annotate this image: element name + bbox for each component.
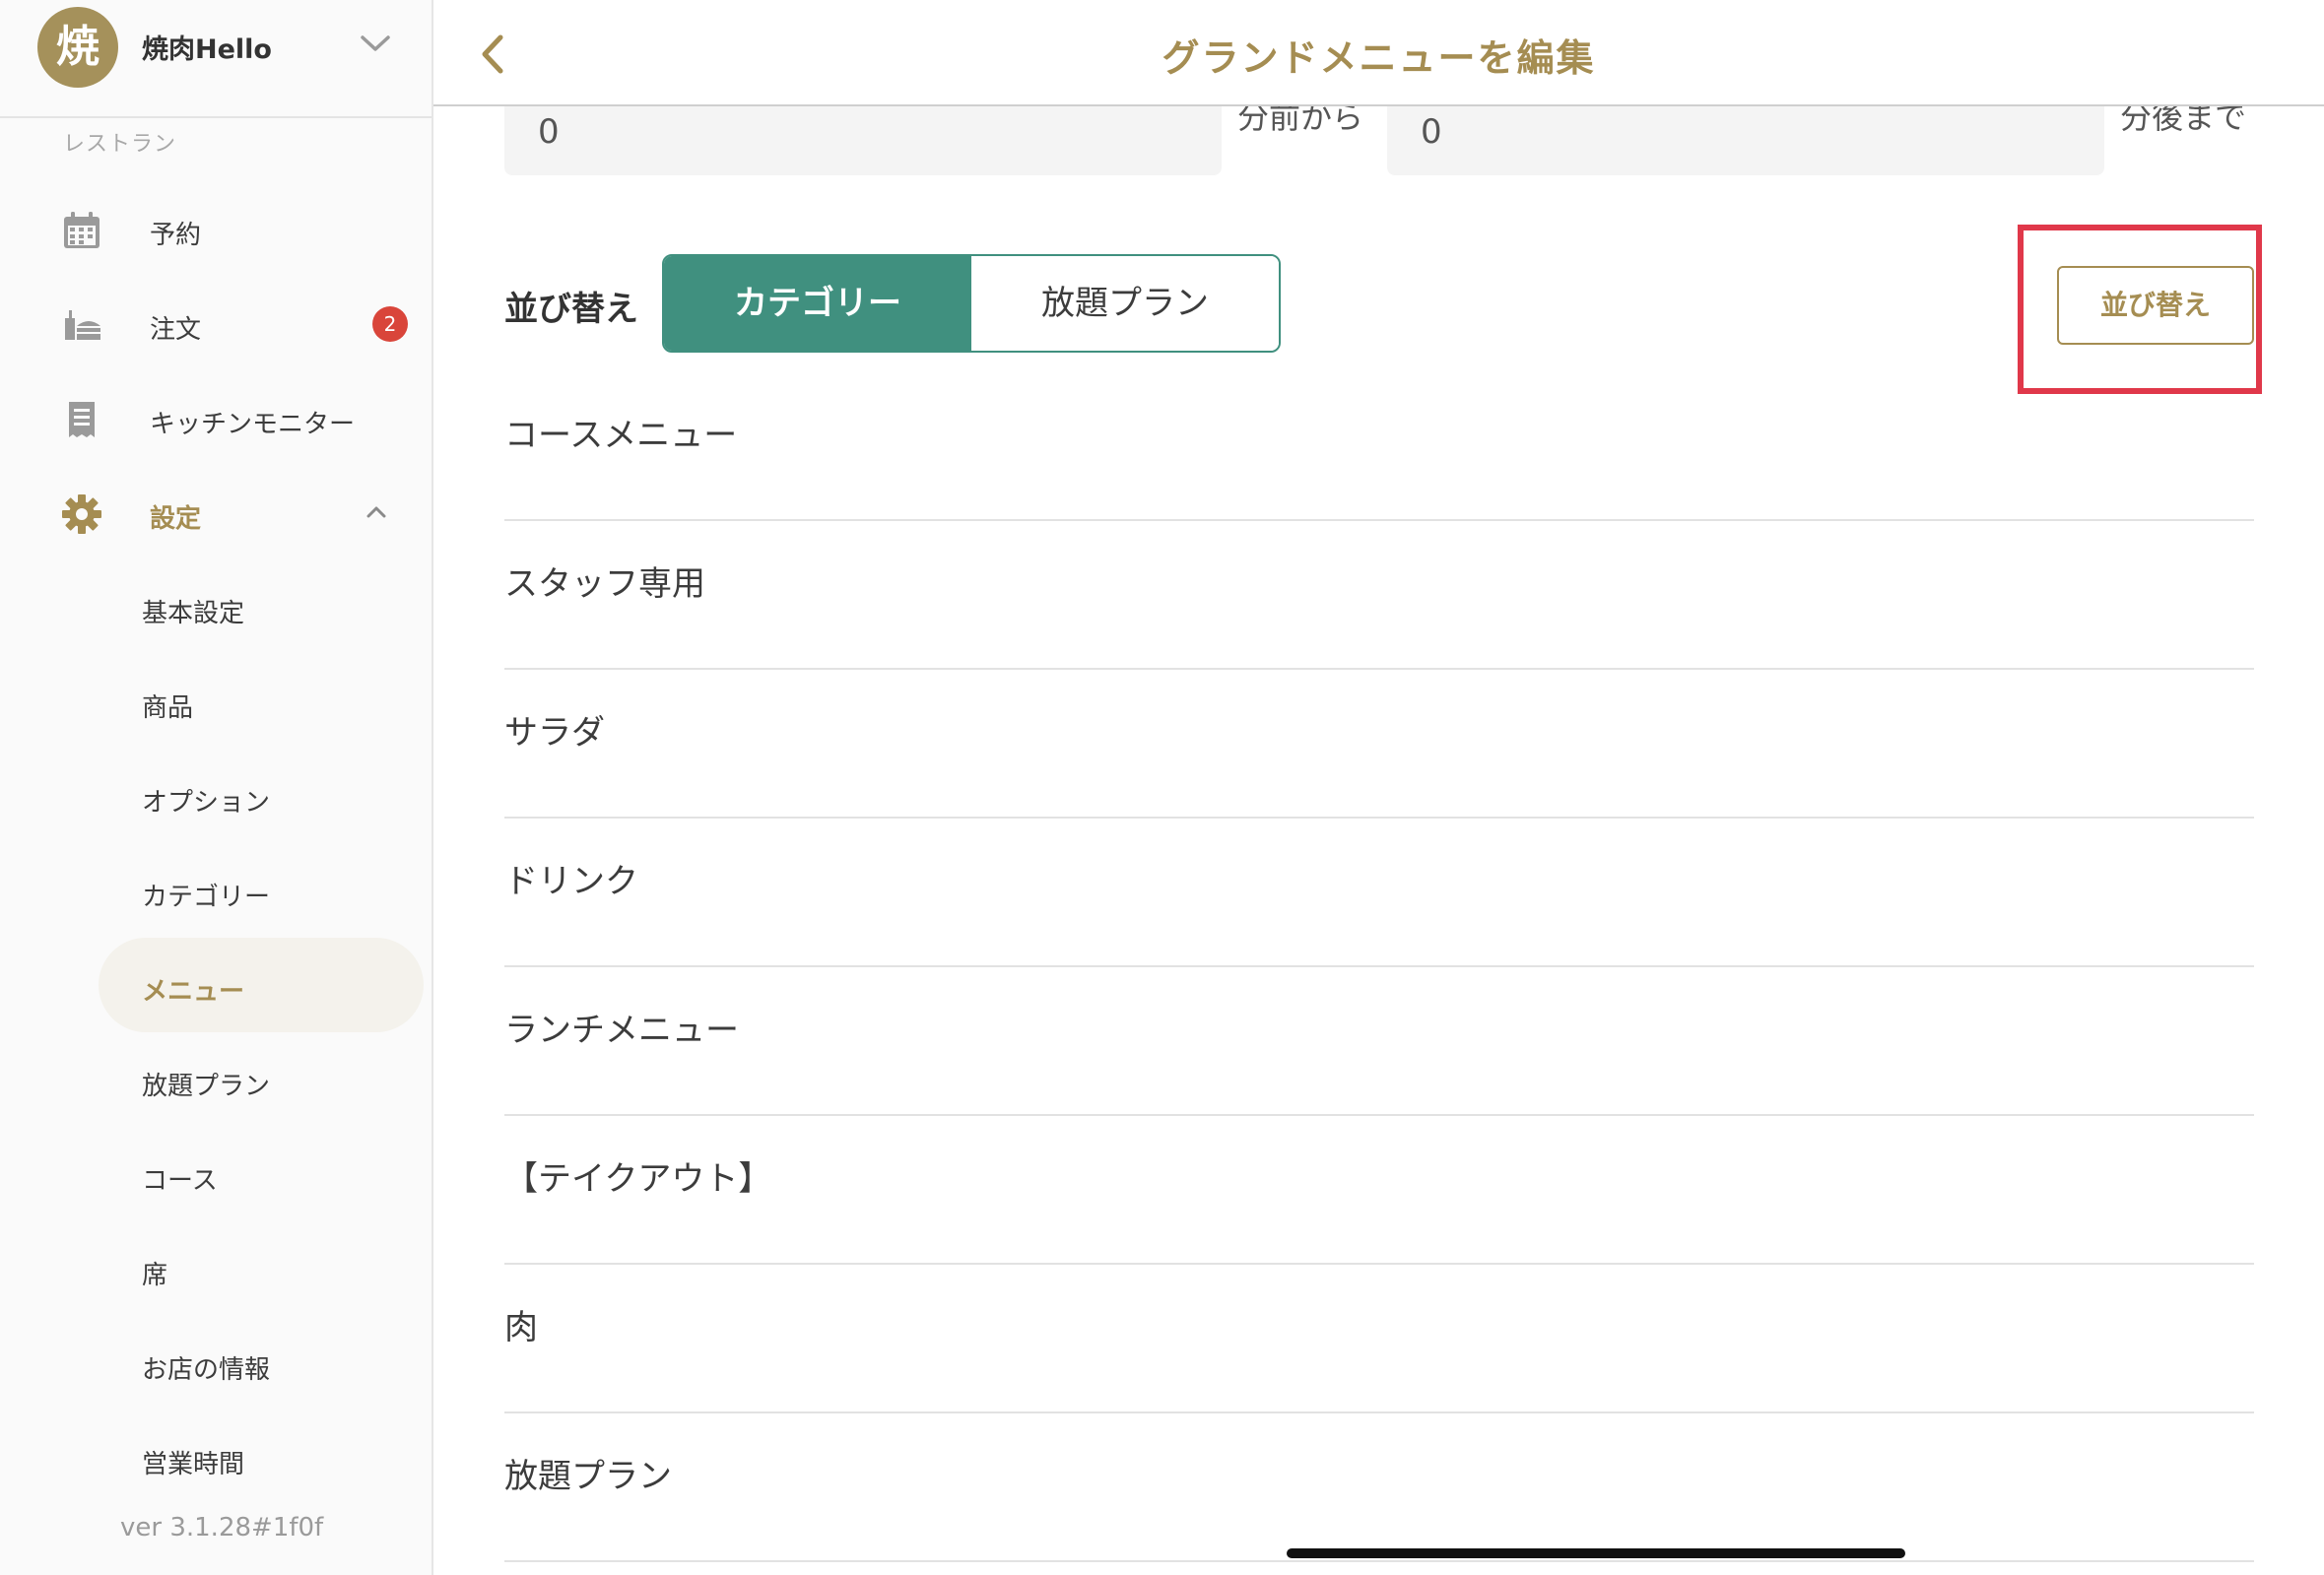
sidebar-item-label: 商品 xyxy=(142,693,194,723)
category-name: 【テイクアウト】 xyxy=(504,1159,772,1199)
list-item[interactable]: ドリンク xyxy=(504,819,2254,967)
store-switcher[interactable]: 焼 焼肉Hello xyxy=(0,0,432,118)
sidebar-item-label: オプション xyxy=(142,788,271,818)
sidebar-item-all-you-can-plan[interactable]: 放題プラン xyxy=(0,1046,432,1115)
app-version: ver 3.1.28#1f0f xyxy=(120,1513,324,1542)
reorder-button[interactable]: 並び替え xyxy=(2057,266,2254,345)
chevron-up-icon[interactable] xyxy=(363,500,390,524)
category-name: ドリンク xyxy=(504,862,638,901)
sidebar-item-label: メニュー xyxy=(142,977,245,1007)
category-name: ランチメニュー xyxy=(504,1011,739,1050)
gear-icon xyxy=(62,494,101,534)
sidebar-item-label: 設定 xyxy=(150,504,202,534)
sidebar-item-label: 席 xyxy=(142,1261,168,1290)
sidebar-item-label: 基本設定 xyxy=(142,599,245,628)
category-name: サラダ xyxy=(504,713,605,753)
sidebar-item-label: カテゴリー xyxy=(142,883,271,912)
sidebar-item-label: コース xyxy=(142,1166,218,1196)
list-item[interactable]: 肉 xyxy=(504,1265,2254,1413)
list-item[interactable]: サラダ xyxy=(504,670,2254,819)
list-item[interactable]: 放題プラン xyxy=(504,1413,2254,1562)
sidebar-item-orders[interactable]: 注文 2 xyxy=(0,290,432,359)
sidebar-item-label: キッチンモニター xyxy=(150,410,356,439)
receipt-icon xyxy=(69,402,95,437)
sort-mode-toggle: カテゴリー 放題プラン xyxy=(662,254,1281,353)
category-name: コースメニュー xyxy=(504,416,738,455)
page-title: グランドメニューを編集 xyxy=(1162,36,1596,80)
list-item[interactable]: 【テイクアウト】 xyxy=(504,1116,2254,1265)
sidebar-item-categories[interactable]: カテゴリー xyxy=(0,857,432,926)
order-tray-icon xyxy=(65,310,100,340)
list-item[interactable]: ランチメニュー xyxy=(504,967,2254,1116)
sidebar-item-reservation[interactable]: 予約 xyxy=(0,195,432,264)
store-avatar: 焼 xyxy=(37,7,118,88)
sidebar-item-label: 予約 xyxy=(150,221,202,250)
category-list: コースメニュー スタッフ専用 サラダ ドリンク ランチメニュー 【テイクアウト】… xyxy=(504,372,2254,1562)
main-content: グランドメニューを編集 0 分前から 0 分後まで 並び替え カテゴリー 放題プ… xyxy=(433,0,2324,1575)
list-item[interactable]: コースメニュー xyxy=(504,372,2254,521)
list-item[interactable]: スタッフ専用 xyxy=(504,521,2254,670)
sidebar-item-kitchen-monitor[interactable]: キッチンモニター xyxy=(0,384,432,453)
category-name: 放題プラン xyxy=(504,1457,672,1496)
sidebar-item-course[interactable]: コース xyxy=(0,1141,432,1210)
sidebar-item-label: 放題プラン xyxy=(142,1072,271,1101)
category-name: スタッフ専用 xyxy=(504,564,705,604)
sidebar-item-business-hours[interactable]: 営業時間 xyxy=(0,1424,432,1493)
store-name: 焼肉Hello xyxy=(142,34,272,65)
chevron-down-icon[interactable] xyxy=(359,30,392,57)
sort-label: 並び替え xyxy=(504,290,638,329)
sidebar-item-label: お店の情報 xyxy=(142,1355,271,1385)
app-window: 焼 焼肉Hello レストラン 予約 注文 2 キッチンモニター 設定 基本設定… xyxy=(0,0,2324,1575)
sidebar-item-label: 注文 xyxy=(150,315,202,345)
sidebar-item-menu[interactable]: メニュー xyxy=(0,938,432,1032)
home-indicator xyxy=(1287,1548,1905,1558)
sidebar-item-products[interactable]: 商品 xyxy=(0,668,432,737)
order-count-badge: 2 xyxy=(372,306,408,342)
tab-all-you-can-plan[interactable]: 放題プラン xyxy=(971,256,1279,351)
calendar-icon xyxy=(64,212,100,248)
sidebar-item-settings[interactable]: 設定 xyxy=(0,479,432,548)
sidebar-item-basic-settings[interactable]: 基本設定 xyxy=(0,573,432,642)
sidebar-item-label: 営業時間 xyxy=(142,1450,245,1479)
section-label-restaurant: レストラン xyxy=(63,132,177,157)
sidebar: 焼 焼肉Hello レストラン 予約 注文 2 キッチンモニター 設定 基本設定… xyxy=(0,0,433,1575)
sidebar-item-seats[interactable]: 席 xyxy=(0,1235,432,1304)
tab-category[interactable]: カテゴリー xyxy=(664,256,971,351)
category-name: 肉 xyxy=(504,1308,538,1347)
top-bar: グランドメニューを編集 xyxy=(433,0,2324,106)
sidebar-item-store-info[interactable]: お店の情報 xyxy=(0,1330,432,1399)
sidebar-item-options[interactable]: オプション xyxy=(0,762,432,831)
